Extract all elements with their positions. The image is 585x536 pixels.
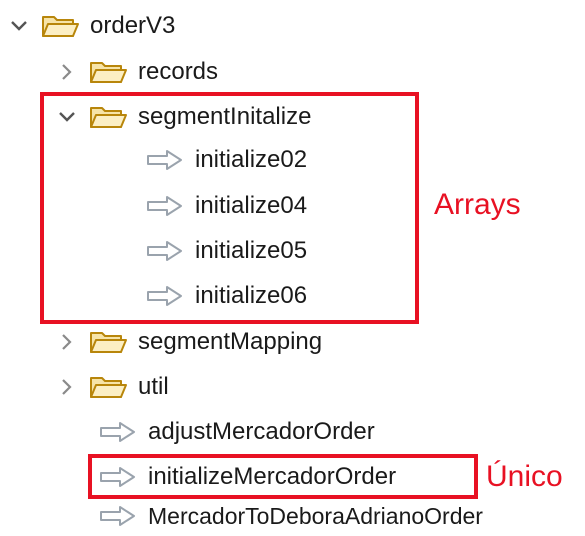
chevron-down-icon[interactable] [56, 97, 78, 137]
arrow-file-icon [98, 501, 140, 531]
arrow-file-icon [145, 236, 187, 266]
tree-node-label: util [138, 373, 169, 400]
tree-node-initialize02[interactable]: initialize02 [145, 140, 307, 180]
arrow-file-icon [98, 462, 140, 492]
unico-annotation: Único [486, 460, 563, 493]
tree-node-label: initializeMercadorOrder [148, 463, 397, 490]
tree-node-label: initialize06 [195, 282, 308, 309]
tree-node-adjustMercadorOrder[interactable]: adjustMercadorOrder [98, 412, 375, 452]
tree-node-segmentMapping[interactable]: segmentMapping [56, 322, 322, 362]
chevron-right-icon[interactable] [56, 322, 78, 362]
tree-node-label: initialize05 [195, 237, 308, 264]
tree-node-MercadorToDeboraAdrianoOrder[interactable]: MercadorToDeboraAdrianoOrder [98, 496, 483, 536]
tree-node-label: records [138, 58, 219, 85]
arrow-file-icon [98, 417, 140, 447]
tree-node-orderV3[interactable]: orderV3 [8, 6, 175, 46]
chevron-right-icon[interactable] [56, 367, 78, 407]
folder-icon [40, 11, 82, 41]
tree-node-records[interactable]: records [56, 52, 218, 92]
tree-node-label: orderV3 [90, 12, 176, 39]
folder-icon [88, 57, 130, 87]
arrow-file-icon [145, 145, 187, 175]
tree-node-util[interactable]: util [56, 367, 169, 407]
tree-node-label: initialize02 [195, 146, 308, 173]
tree-node-label: adjustMercadorOrder [148, 418, 375, 445]
chevron-right-icon[interactable] [56, 52, 78, 92]
tree-node-initialize05[interactable]: initialize05 [145, 231, 307, 271]
tree-node-label: initialize04 [195, 192, 308, 219]
tree-node-segmentInitalize[interactable]: segmentInitalize [56, 97, 311, 137]
folder-icon [88, 102, 130, 132]
folder-icon [88, 327, 130, 357]
tree-node-label: segmentMapping [138, 328, 323, 355]
arrow-file-icon [145, 191, 187, 221]
tree-node-initializeMercadorOrder[interactable]: initializeMercadorOrder [98, 457, 396, 497]
arrays-annotation: Arrays [434, 188, 521, 221]
tree-node-initialize04[interactable]: initialize04 [145, 186, 307, 226]
chevron-down-icon[interactable] [8, 6, 30, 46]
tree-node-initialize06[interactable]: initialize06 [145, 276, 307, 316]
tree-node-label: MercadorToDeboraAdrianoOrder [148, 503, 483, 529]
arrow-file-icon [145, 281, 187, 311]
folder-icon [88, 372, 130, 402]
tree-node-label: segmentInitalize [138, 103, 312, 130]
project-explorer-tree: orderV3 records segmentInitalize initial… [0, 0, 585, 533]
